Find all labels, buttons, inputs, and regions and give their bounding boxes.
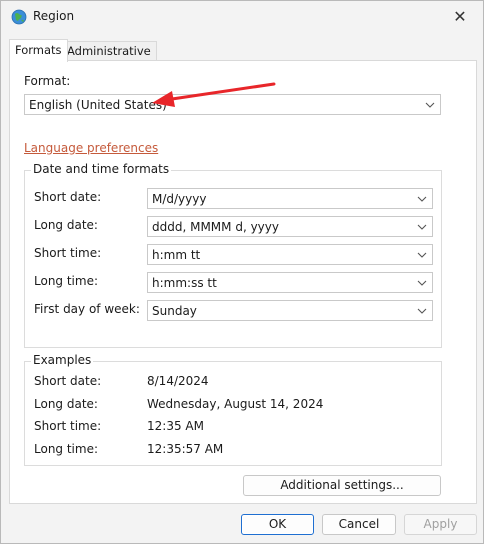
- tab-formats[interactable]: Formats: [9, 39, 68, 62]
- example-long-time-label: Long time:: [34, 442, 99, 456]
- window-title: Region: [33, 9, 75, 23]
- chevron-down-icon: [417, 224, 427, 230]
- format-value: English (United States): [29, 98, 167, 112]
- examples-group-title: Examples: [31, 353, 94, 367]
- short-date-value: M/d/yyyy: [152, 192, 207, 206]
- example-short-time-label: Short time:: [34, 419, 102, 433]
- additional-settings-button[interactable]: Additional settings...: [243, 475, 441, 496]
- format-dropdown[interactable]: English (United States): [24, 94, 441, 115]
- short-date-dropdown[interactable]: M/d/yyyy: [147, 188, 433, 209]
- region-dialog: Region ✕ Formats Administrative Format: …: [0, 0, 484, 544]
- long-date-label: Long date:: [34, 218, 98, 232]
- title-bar: Region ✕: [1, 1, 483, 33]
- short-date-label: Short date:: [34, 190, 102, 204]
- apply-button[interactable]: Apply: [404, 514, 477, 535]
- format-label: Format:: [24, 74, 71, 88]
- long-date-value: dddd, MMMM d, yyyy: [152, 220, 279, 234]
- language-preferences-link[interactable]: Language preferences: [24, 141, 158, 155]
- short-time-label: Short time:: [34, 246, 102, 260]
- example-long-date-label: Long date:: [34, 397, 98, 411]
- tab-administrative[interactable]: Administrative: [61, 41, 157, 61]
- first-day-value: Sunday: [152, 304, 197, 318]
- chevron-down-icon: [417, 280, 427, 286]
- ok-button[interactable]: OK: [241, 514, 314, 535]
- example-short-date-label: Short date:: [34, 374, 102, 388]
- example-long-time-value: 12:35:57 AM: [147, 442, 224, 456]
- chevron-down-icon: [417, 252, 427, 258]
- long-time-value: h:mm:ss tt: [152, 276, 217, 290]
- long-time-dropdown[interactable]: h:mm:ss tt: [147, 272, 433, 293]
- long-date-dropdown[interactable]: dddd, MMMM d, yyyy: [147, 216, 433, 237]
- chevron-down-icon: [417, 308, 427, 314]
- example-long-date-value: Wednesday, August 14, 2024: [147, 397, 324, 411]
- datetime-group-title: Date and time formats: [31, 162, 172, 176]
- example-short-date-value: 8/14/2024: [147, 374, 209, 388]
- close-icon: ✕: [453, 7, 467, 26]
- datetime-formats-group: Date and time formats Short date: M/d/yy…: [24, 162, 442, 348]
- globe-icon: [11, 9, 27, 25]
- formats-panel: Format: English (United States) Language…: [9, 60, 477, 504]
- long-time-label: Long time:: [34, 274, 99, 288]
- close-button[interactable]: ✕: [437, 1, 483, 32]
- cancel-button[interactable]: Cancel: [322, 514, 396, 535]
- chevron-down-icon: [425, 102, 435, 108]
- example-short-time-value: 12:35 AM: [147, 419, 204, 433]
- first-day-label: First day of week:: [34, 302, 140, 316]
- short-time-dropdown[interactable]: h:mm tt: [147, 244, 433, 265]
- chevron-down-icon: [417, 196, 427, 202]
- examples-group: Examples Short date: 8/14/2024 Long date…: [24, 353, 442, 466]
- first-day-dropdown[interactable]: Sunday: [147, 300, 433, 321]
- short-time-value: h:mm tt: [152, 248, 201, 262]
